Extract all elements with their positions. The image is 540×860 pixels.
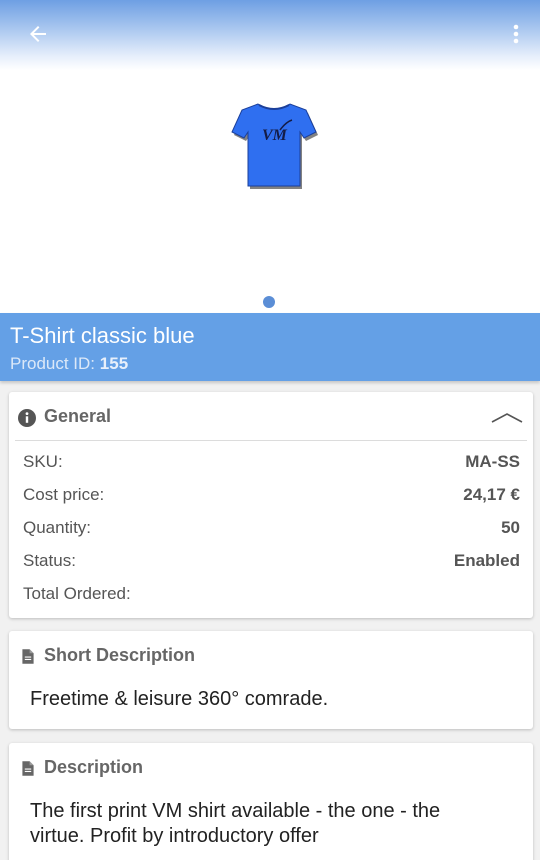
app-bar — [0, 0, 540, 70]
description-card: Description The first print VM shirt ava… — [9, 743, 533, 860]
cost-price-label: Cost price: — [23, 485, 105, 504]
general-divider — [15, 440, 527, 441]
product-id-label: Product ID: — [10, 354, 96, 373]
status-value: Enabled — [453, 551, 520, 570]
quantity-label: Quantity: — [23, 518, 92, 537]
sku-row: SKU: MA-SS — [23, 452, 520, 476]
sku-label: SKU: — [23, 452, 63, 471]
status-label: Status: — [23, 551, 76, 570]
total-ordered-label: Total Ordered: — [23, 584, 131, 603]
total-ordered-row: Total Ordered: — [23, 584, 520, 608]
back-button[interactable] — [18, 14, 58, 54]
cost-price-row: Cost price: 24,17 € — [23, 485, 520, 509]
description-title: Description — [44, 757, 144, 777]
quantity-value: 50 — [501, 518, 520, 537]
product-header: T-Shirt classic blue Product ID: 155 — [0, 313, 540, 381]
general-card: General SKU: MA-SS Cost price: 24,17 € Q… — [9, 392, 533, 618]
general-title: General — [44, 406, 112, 426]
short-description-card: Short Description Freetime & leisure 360… — [9, 631, 533, 729]
document-icon — [22, 649, 34, 664]
sku-value: MA-SS — [465, 452, 520, 471]
image-pager-dot[interactable] — [263, 296, 275, 308]
product-image[interactable]: VM — [228, 96, 318, 194]
short-description-title: Short Description — [44, 645, 196, 665]
short-description-text: Freetime & leisure 360° comrade. — [30, 688, 329, 710]
short-description-header: Short Description — [9, 631, 533, 679]
cost-price-value: 24,17 € — [463, 485, 520, 504]
product-id: Product ID: 155 — [10, 354, 128, 374]
status-row: Status: Enabled — [23, 551, 520, 575]
more-options-button[interactable] — [502, 14, 530, 54]
quantity-row: Quantity: 50 — [23, 518, 520, 542]
product-id-value: 155 — [99, 354, 129, 373]
product-name: T-Shirt classic blue — [10, 323, 195, 348]
general-card-header[interactable]: General — [9, 392, 533, 440]
arrow-left-icon — [30, 26, 46, 42]
info-icon — [18, 409, 36, 427]
description-header: Description — [9, 743, 533, 791]
shirt-logo: VM — [262, 127, 288, 144]
document-icon — [22, 761, 34, 776]
description-text: The first print VM shirt available - the… — [30, 800, 441, 847]
more-vertical-icon — [513, 24, 519, 44]
chevron-up-icon[interactable] — [489, 406, 525, 426]
